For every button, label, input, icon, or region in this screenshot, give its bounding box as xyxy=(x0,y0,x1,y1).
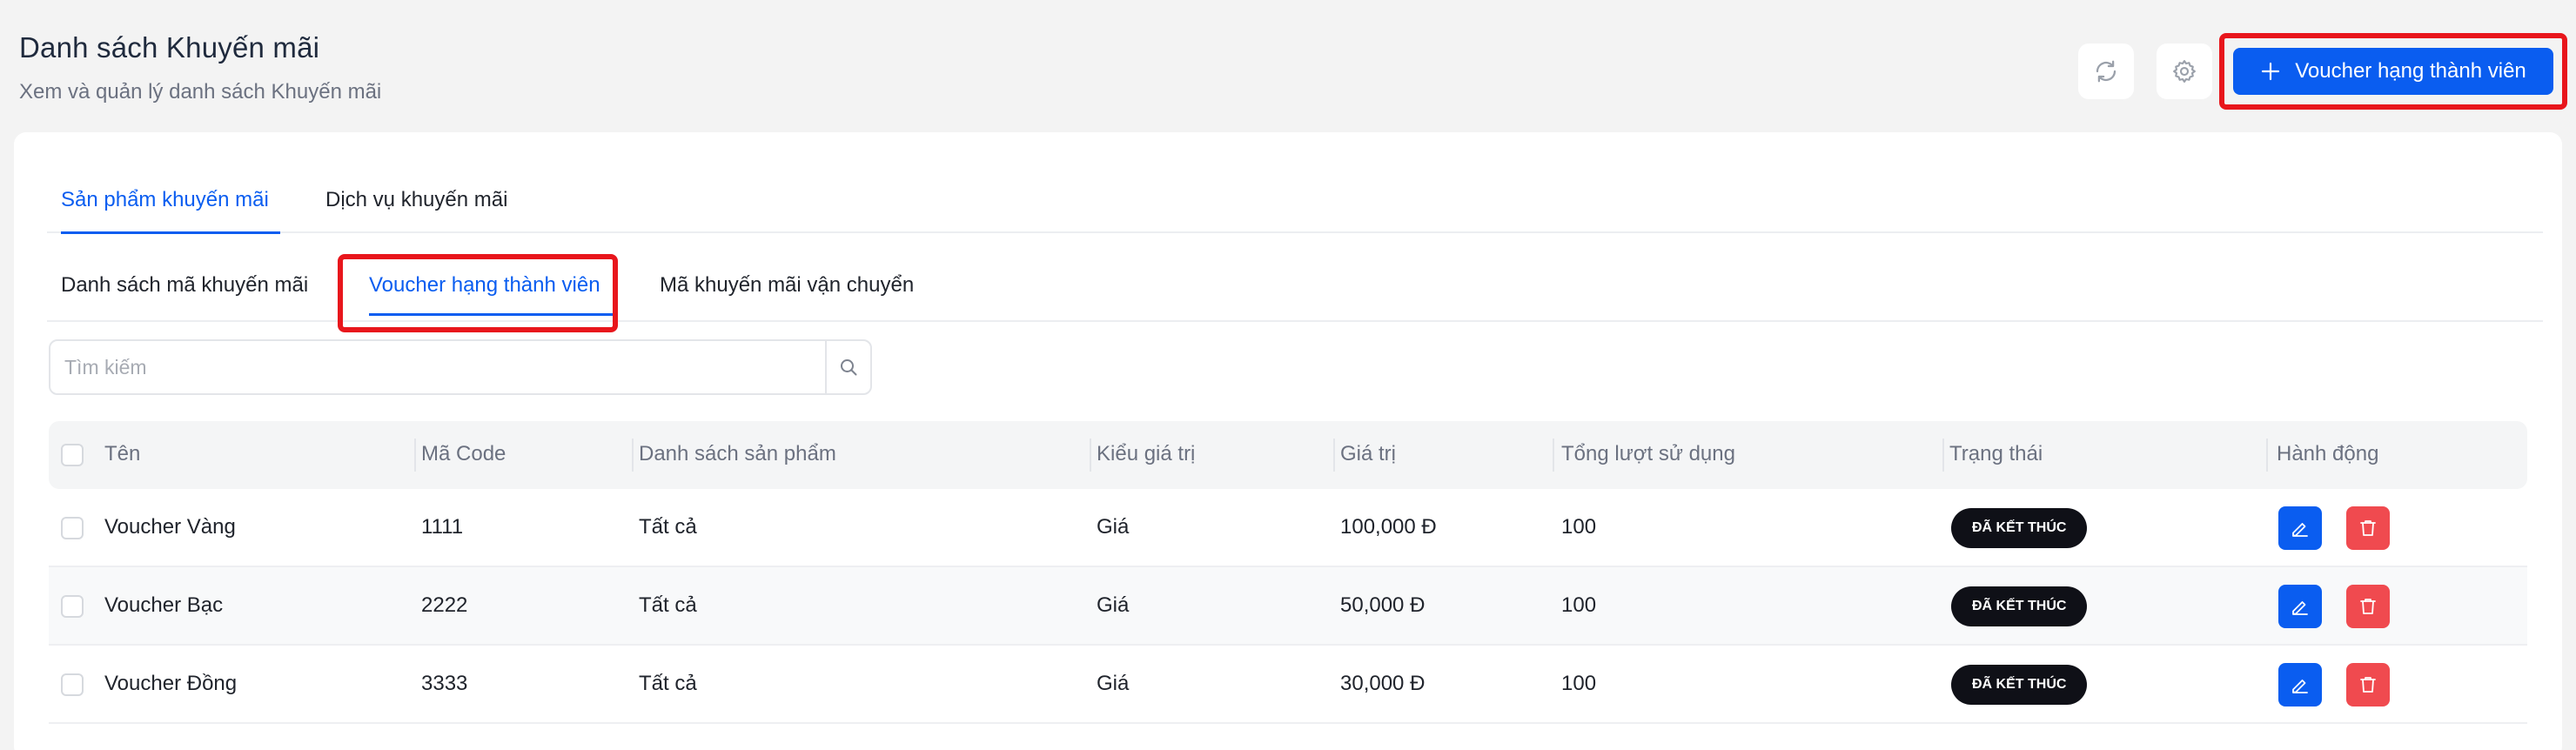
refresh-icon xyxy=(2096,60,2116,83)
subtab-label: Voucher hạng thành viên xyxy=(369,273,600,297)
sub-tabs: Danh sách mã khuyến mãi Voucher hạng thà… xyxy=(47,265,2543,322)
voucher-table: Tên Mã Code Danh sách sản phẩm Kiểu giá … xyxy=(49,421,2527,724)
column-header-value-type: Kiểu giá trị xyxy=(1097,442,1196,465)
row-checkbox[interactable] xyxy=(61,517,84,539)
cell-value: 100,000 Đ xyxy=(1340,515,1437,539)
pencil-icon xyxy=(2292,601,2308,615)
column-divider xyxy=(1090,439,1091,472)
subtab-shipping-codes[interactable]: Mã khuyến mãi vận chuyển xyxy=(660,273,914,298)
refresh-button[interactable] xyxy=(2078,44,2134,99)
delete-button[interactable] xyxy=(2346,585,2390,628)
search-button[interactable] xyxy=(825,341,870,393)
cell-code: 2222 xyxy=(421,593,468,617)
edit-button[interactable] xyxy=(2278,506,2322,550)
status-badge: ĐÃ KẾT THÚC xyxy=(1951,508,2088,548)
active-tab-indicator xyxy=(61,231,280,234)
trash-icon xyxy=(2360,677,2376,693)
pencil-icon xyxy=(2292,523,2308,537)
table-row: Voucher Bạc 2222 Tất cả Giá 50,000 Đ 100… xyxy=(49,567,2527,646)
tab-label: Dịch vụ khuyến mãi xyxy=(325,188,508,211)
column-header-name: Tên xyxy=(104,442,141,465)
select-all-checkbox[interactable] xyxy=(61,444,84,466)
cell-code: 3333 xyxy=(421,672,468,695)
cell-value: 30,000 Đ xyxy=(1340,672,1426,695)
column-header-status: Trạng thái xyxy=(1949,442,2043,465)
page-title: Danh sách Khuyến mãi xyxy=(19,31,320,64)
cell-name: Voucher Vàng xyxy=(104,515,236,539)
status-badge: ĐÃ KẾT THÚC xyxy=(1951,665,2088,705)
cell-code: 1111 xyxy=(421,515,464,539)
column-header-actions: Hành động xyxy=(2277,442,2379,465)
add-voucher-label: Voucher hạng thành viên xyxy=(2295,59,2526,83)
tab-label: Sản phẩm khuyến mãi xyxy=(61,188,269,211)
edit-button[interactable] xyxy=(2278,585,2322,628)
page-subtitle: Xem và quản lý danh sách Khuyến mãi xyxy=(19,80,382,104)
active-subtab-indicator xyxy=(369,313,614,316)
settings-button[interactable] xyxy=(2157,44,2212,99)
cell-value: 50,000 Đ xyxy=(1340,593,1426,617)
table-row: Voucher Đồng 3333 Tất cả Giá 30,000 Đ 10… xyxy=(49,646,2527,724)
row-checkbox[interactable] xyxy=(61,673,84,696)
cell-name: Voucher Đồng xyxy=(104,672,238,695)
tab-product-promotions[interactable]: Sản phẩm khuyến mãi xyxy=(61,188,280,234)
column-divider xyxy=(632,439,634,472)
column-header-code: Mã Code xyxy=(421,442,506,465)
column-divider xyxy=(1553,439,1554,472)
cell-value-type: Giá xyxy=(1097,672,1130,695)
cell-products: Tất cả xyxy=(639,515,697,539)
column-divider xyxy=(1333,439,1335,472)
subtab-member-vouchers[interactable]: Voucher hạng thành viên xyxy=(369,273,600,298)
status-badge: ĐÃ KẾT THÚC xyxy=(1951,586,2088,626)
search-box xyxy=(49,339,872,395)
search-input[interactable] xyxy=(50,341,825,393)
cell-value-type: Giá xyxy=(1097,515,1130,539)
add-voucher-button[interactable]: Voucher hạng thành viên xyxy=(2233,48,2553,95)
cell-products: Tất cả xyxy=(639,672,697,695)
plus-icon xyxy=(2262,62,2280,81)
cell-usage: 100 xyxy=(1561,515,1597,539)
cell-products: Tất cả xyxy=(639,593,697,617)
subtab-promo-codes[interactable]: Danh sách mã khuyến mãi xyxy=(61,273,308,298)
delete-button[interactable] xyxy=(2346,663,2390,706)
cell-name: Voucher Bạc xyxy=(104,593,224,617)
column-header-usage: Tổng lượt sử dụng xyxy=(1561,442,1735,465)
column-divider xyxy=(414,439,416,472)
search-icon xyxy=(841,359,857,376)
column-header-value: Giá trị xyxy=(1340,442,1397,465)
column-divider xyxy=(2266,439,2268,472)
delete-button[interactable] xyxy=(2346,506,2390,550)
trash-icon xyxy=(2360,520,2376,536)
column-header-products: Danh sách sản phẩm xyxy=(639,442,836,465)
cell-usage: 100 xyxy=(1561,593,1597,617)
gear-icon xyxy=(2173,60,2196,83)
content-card: Sản phẩm khuyến mãi Dịch vụ khuyến mãi D… xyxy=(14,132,2562,750)
trash-icon xyxy=(2360,599,2376,614)
cell-value-type: Giá xyxy=(1097,593,1130,617)
subtab-label: Danh sách mã khuyến mãi xyxy=(61,273,309,297)
table-row: Voucher Vàng 1111 Tất cả Giá 100,000 Đ 1… xyxy=(49,489,2527,567)
column-divider xyxy=(1942,439,1944,472)
subtab-label: Mã khuyến mãi vận chuyển xyxy=(660,273,915,297)
cell-usage: 100 xyxy=(1561,672,1597,695)
main-tabs: Sản phẩm khuyến mãi Dịch vụ khuyến mãi xyxy=(47,183,2543,234)
row-checkbox[interactable] xyxy=(61,595,84,618)
table-header: Tên Mã Code Danh sách sản phẩm Kiểu giá … xyxy=(49,421,2527,489)
tab-service-promotions[interactable]: Dịch vụ khuyến mãi xyxy=(325,188,507,212)
edit-button[interactable] xyxy=(2278,663,2322,706)
pencil-icon xyxy=(2292,680,2308,693)
